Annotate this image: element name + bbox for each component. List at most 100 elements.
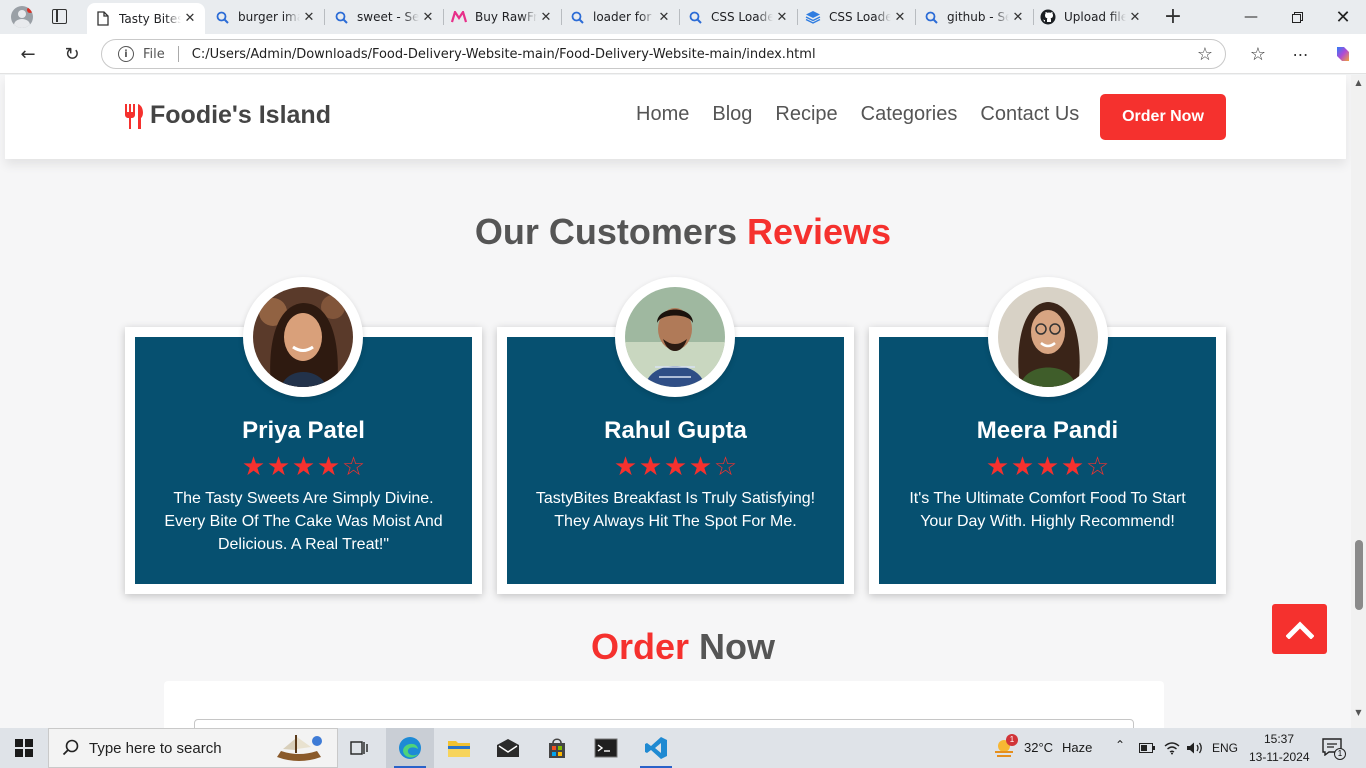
star-rating: ★★★★☆ [879,454,1216,480]
browser-tab[interactable]: CSS Loade ✕ [679,3,797,31]
clock-time[interactable]: 15:37 [1264,732,1294,746]
close-tab-icon[interactable]: ✕ [300,10,318,25]
order-title-plain: Now [689,626,776,667]
reviewer-name: Meera Pandi [976,417,1119,444]
favorite-star-icon[interactable]: ☆ [1197,44,1213,65]
more-menu-icon[interactable]: ⋯ [1286,40,1316,68]
tab-title: sweet - Se [357,10,419,24]
star-filled-icon: ★ [613,452,638,482]
github-icon [1040,9,1056,25]
tab-actions-icon[interactable] [52,9,67,24]
myntra-icon [451,9,467,25]
vscode-icon [645,737,667,759]
page-scrollbar[interactable]: ▲ ▼ [1351,75,1366,728]
new-tab-button[interactable]: + [1160,4,1186,30]
nav-home[interactable]: Home [636,103,689,126]
order-form-input[interactable] [194,719,1134,728]
close-tab-icon[interactable]: ✕ [1009,10,1027,25]
search-icon [923,9,939,25]
close-tab-icon[interactable]: ✕ [419,10,437,25]
task-view-icon [350,741,368,755]
search-icon [687,9,703,25]
order-title-accent: Order [590,626,690,667]
order-now-button[interactable]: Order Now [1100,94,1226,140]
mail-icon [497,739,519,757]
browser-tab[interactable]: loader for ✕ [561,3,679,31]
nav-recipe[interactable]: Recipe [775,103,837,126]
start-button[interactable] [0,728,48,768]
edge-taskbar-button[interactable] [386,728,434,768]
clock-date[interactable]: 13-11-2024 [1249,750,1310,764]
site-info-icon[interactable]: i [118,46,134,62]
close-tab-icon[interactable]: ✕ [773,10,791,25]
site-logo[interactable]: Foodie's Island [124,101,331,130]
browser-tab[interactable]: burger ima ✕ [206,3,324,31]
close-window-button[interactable]: ✕ [1320,0,1366,34]
minimize-button[interactable]: — [1228,0,1274,34]
folder-icon [448,741,470,757]
vscode-taskbar-button[interactable] [632,728,680,768]
order-title: Order Now [0,626,1366,668]
battery-icon [1139,743,1155,753]
scroll-up-arrow[interactable]: ▲ [1354,78,1363,87]
avatar [998,287,1098,387]
language-indicator[interactable]: ENG [1212,741,1238,755]
scrollbar-thumb[interactable] [1355,540,1363,610]
browser-tab[interactable]: github - Se ✕ [915,3,1033,31]
store-button[interactable] [533,728,581,768]
favorites-icon[interactable]: ☆ [1243,40,1273,68]
nav-blog[interactable]: Blog [712,103,752,126]
scheme-label: File [143,46,165,62]
restore-button[interactable] [1274,0,1320,34]
star-filled-icon: ★ [316,452,341,482]
chevron-up-icon[interactable]: ⌃ [1115,738,1125,752]
windows-icon [15,739,33,757]
nav-categories[interactable]: Categories [861,103,958,126]
browser-tab[interactable]: Upload file ✕ [1032,3,1150,31]
reload-button[interactable]: ↻ [57,40,87,68]
task-view-button[interactable] [336,728,384,768]
browser-tab[interactable]: Tasty Bites ✕ [87,3,205,34]
copilot-icon[interactable] [1328,40,1358,68]
scroll-down-arrow[interactable]: ▼ [1354,708,1363,717]
terminal-button[interactable] [582,728,630,768]
taskbar-search-box[interactable]: Type here to search [48,728,338,768]
reviewer-avatar-frame [243,277,363,397]
nav-contact-us[interactable]: Contact Us [980,103,1079,126]
browser-tab[interactable]: CSS Loade ✕ [797,3,915,31]
close-tab-icon[interactable]: ✕ [1126,10,1144,25]
star-filled-icon: ★ [291,452,316,482]
scroll-to-top-button[interactable] [1272,604,1327,654]
reviews-title-accent: Reviews [746,211,892,252]
profile-icon[interactable] [11,6,33,28]
page-viewport: Foodie's Island Home Blog Recipe Categor… [0,75,1366,728]
weather-widget[interactable]: 1 32°C Haze [990,734,1098,762]
browser-tab[interactable]: sweet - Se ✕ [325,3,443,31]
page-icon [95,11,111,27]
avatar [253,287,353,387]
close-tab-icon[interactable]: ✕ [891,10,909,25]
star-filled-icon: ★ [1060,452,1085,482]
fork-knife-icon [125,103,143,129]
star-rating: ★★★★☆ [135,454,472,480]
close-tab-icon[interactable]: ✕ [181,11,199,26]
close-tab-icon[interactable]: ✕ [537,10,555,25]
star-filled-icon: ★ [688,452,713,482]
avatar [625,287,725,387]
terminal-icon [594,738,618,758]
tab-strip: Tasty Bites ✕ burger ima ✕ sweet - Se ✕ Buy Ra… [0,0,1366,34]
file-explorer-button[interactable] [435,728,483,768]
notification-center-button[interactable]: 1 [1322,738,1346,760]
close-tab-icon[interactable]: ✕ [655,10,673,25]
review-text: It's The Ultimate Comfort Food To Start … [909,490,1186,530]
star-filled-icon: ★ [638,452,663,482]
weather-condition: Haze [1062,740,1093,755]
address-bar[interactable]: i File C:/Users/Admin/Downloads/Food-Del… [101,39,1226,69]
mail-button[interactable] [484,728,532,768]
star-empty-icon: ☆ [1085,452,1110,482]
volume-icon [1187,742,1202,754]
search-icon [569,9,585,25]
reviewer-name: Priya Patel [242,417,365,444]
browser-tab[interactable]: Buy RawFr ✕ [443,3,561,31]
back-button[interactable]: ← [13,40,43,68]
